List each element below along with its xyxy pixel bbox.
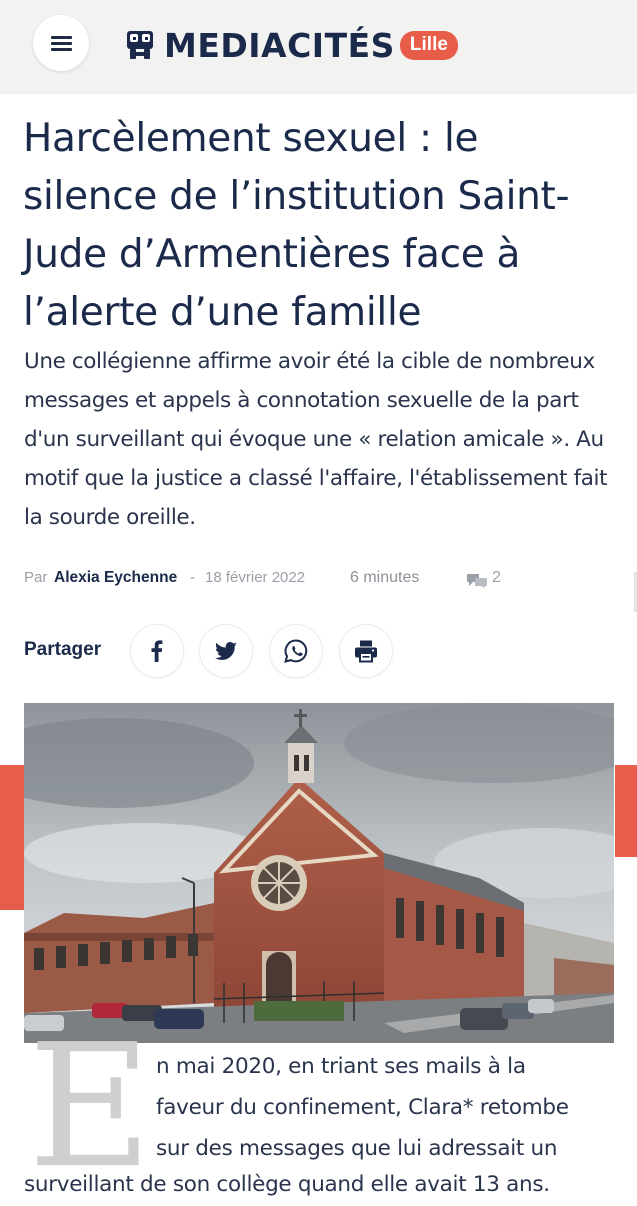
body-line: n mai 2020, en triant ses mails à la: [156, 1054, 526, 1079]
meta-separator: -: [190, 569, 195, 586]
share-facebook-button[interactable]: [131, 625, 183, 677]
article-meta: Par Alexia Eychenne - 18 février 2022 6 …: [24, 566, 624, 592]
hamburger-icon-line: [51, 42, 72, 45]
article-lead: Une collégienne affirme avoir été la cib…: [24, 349, 608, 530]
left-accent-bar: [0, 765, 24, 910]
hero-image: [24, 703, 614, 1043]
logo-text: MEDIACITÉS: [164, 25, 395, 65]
publish-date: 18 février 2022: [205, 569, 306, 586]
article-title: Harcèlement sexuel : le silence de l’ins…: [23, 116, 570, 335]
byline-prefix: Par: [24, 569, 48, 586]
menu-button[interactable]: [33, 15, 89, 71]
share-label: Partager: [24, 639, 102, 660]
share-print-button[interactable]: [340, 625, 392, 677]
reading-time: 6 minutes: [350, 569, 420, 586]
comment-icon[interactable]: [467, 574, 487, 592]
comment-icon-glyph: [467, 574, 487, 588]
church-building-photo: [24, 703, 614, 1043]
right-accent-bar: [615, 765, 637, 857]
hamburger-icon: [51, 36, 72, 39]
site-logo[interactable]: MEDIACITÉS Lille: [126, 22, 458, 68]
print-icon: [355, 640, 377, 663]
comments-count[interactable]: 2: [492, 569, 501, 587]
body-line: faveur du confinement, Clara* retombe: [156, 1095, 569, 1120]
body-line: sur des messages que lui adressait un: [156, 1136, 558, 1161]
article-body: n mai 2020, en triant ses mails à la fav…: [156, 1046, 626, 1169]
body-line-cut: surveillant de son collège quand elle av…: [24, 1172, 550, 1197]
twitter-icon: [215, 642, 237, 660]
mediacites-logo-icon: [127, 31, 153, 59]
author-link[interactable]: Alexia Eychenne: [54, 569, 177, 587]
hamburger-icon-line: [51, 48, 72, 51]
facebook-icon: [151, 640, 163, 662]
whatsapp-icon: [284, 639, 308, 663]
site-header: MEDIACITÉS Lille: [0, 0, 637, 94]
share-whatsapp-button[interactable]: [270, 625, 322, 677]
city-badge[interactable]: Lille: [399, 30, 458, 60]
share-twitter-button[interactable]: [200, 625, 252, 677]
